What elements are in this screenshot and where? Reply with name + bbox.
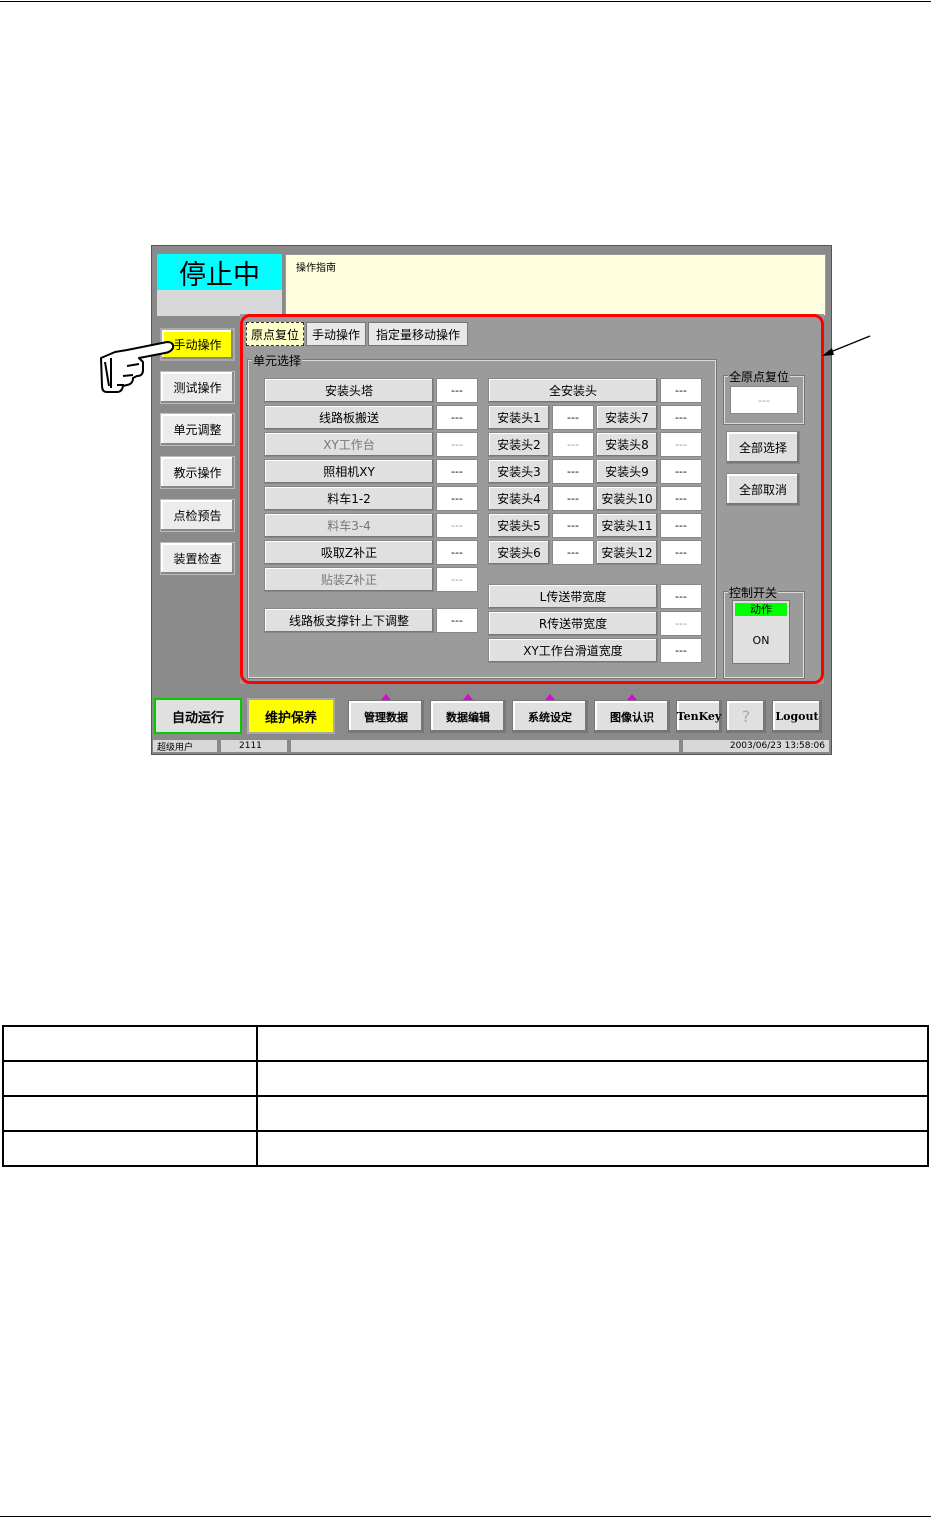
manage-data-button[interactable]: 管理数据 xyxy=(348,700,424,733)
table-cell xyxy=(2,1060,258,1097)
table-cell xyxy=(256,1095,929,1132)
system-settings-button[interactable]: 系统设定 xyxy=(512,700,588,733)
table-row xyxy=(2,1130,929,1167)
table-cell xyxy=(2,1025,258,1062)
image-recognition-button[interactable]: 图像认识 xyxy=(594,700,670,733)
blank-table xyxy=(2,1025,929,1167)
table-cell xyxy=(256,1130,929,1167)
table-cell xyxy=(256,1025,929,1062)
menu-unit-adjust[interactable]: 单元调整 xyxy=(160,413,235,446)
table-cell xyxy=(2,1095,258,1132)
logout-button[interactable]: Logout xyxy=(772,700,822,733)
status-sub-area xyxy=(157,290,282,316)
table-row xyxy=(2,1025,929,1062)
menu-teach-operation[interactable]: 教示操作 xyxy=(160,456,235,489)
status-datetime: 2003/06/23 13:58:06 xyxy=(682,739,830,753)
machine-status: 停止中 xyxy=(157,254,282,291)
operation-guide: 操作指南 xyxy=(285,254,826,316)
help-button[interactable]: ? xyxy=(726,700,766,733)
tenkey-button[interactable]: TenKey xyxy=(676,700,722,733)
operation-guide-label: 操作指南 xyxy=(296,263,336,274)
data-edit-button[interactable]: 数据编辑 xyxy=(430,700,506,733)
auto-run-button[interactable]: 自动运行 xyxy=(154,698,242,734)
status-message xyxy=(290,739,680,753)
menu-inspection-notice[interactable]: 点检预告 xyxy=(160,499,235,532)
status-code: 2111 xyxy=(220,739,288,753)
menu-device-check[interactable]: 装置检查 xyxy=(160,542,235,575)
machine-screen: 停止中 操作指南 手动操作 测试操作 单元调整 教示操作 点检预告 装置检查 原… xyxy=(151,245,832,755)
callout-arrow-icon xyxy=(822,335,871,356)
bottom-rule xyxy=(0,1516,931,1517)
table-row xyxy=(2,1060,929,1097)
status-user: 超级用户 xyxy=(152,739,218,753)
maintenance-button[interactable]: 维护保养 xyxy=(247,698,335,734)
table-cell xyxy=(2,1130,258,1167)
top-rule xyxy=(0,1,931,2)
highlight-frame xyxy=(240,314,824,684)
pointing-hand-icon xyxy=(100,341,175,393)
table-cell xyxy=(256,1060,929,1097)
table-row xyxy=(2,1095,929,1132)
